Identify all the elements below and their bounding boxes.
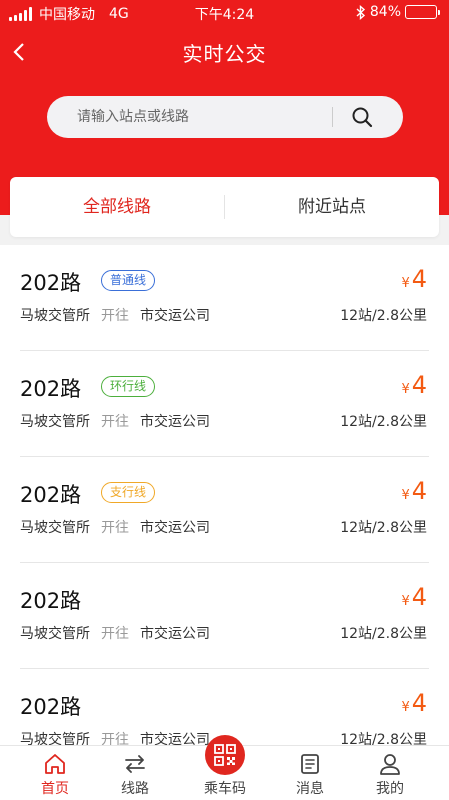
route-type-badge: 普通线 [101, 270, 156, 291]
route-destination: 市交运公司 [140, 732, 210, 745]
route-type-badge: 支行线 [101, 482, 156, 503]
route-switch-icon [125, 755, 145, 773]
tabbar-label: 首页 [41, 781, 69, 797]
route-direction-label: 开往 [101, 626, 129, 642]
route-origin: 马坡交管所 [20, 626, 90, 642]
route-name: 202路 [20, 377, 82, 401]
route-stops-distance: 12站/2.8公里 [340, 308, 427, 324]
route-price: ¥4 [401, 371, 427, 399]
search-input[interactable] [77, 96, 347, 138]
route-stops-distance: 12站/2.8公里 [340, 414, 427, 430]
tabbar-label: 我的 [376, 781, 404, 797]
tabbar-profile[interactable]: 我的 [350, 746, 430, 800]
price-value: 4 [411, 689, 427, 717]
route-name: 202路 [20, 589, 82, 613]
ride-code-button[interactable] [205, 735, 245, 775]
route-name: 202路 [20, 271, 82, 295]
route-destination: 市交运公司 [140, 414, 210, 430]
route-stops-distance: 12站/2.8公里 [340, 520, 427, 536]
qr-code-icon [214, 744, 236, 766]
profile-icon [380, 754, 400, 775]
route-direction-label: 开往 [101, 732, 129, 745]
page-title: 实时公交 [182, 42, 267, 66]
status-bar: 中国移动 4G 下午4:24 84% [0, 0, 449, 26]
price-value: 4 [411, 583, 427, 611]
currency-symbol: ¥ [401, 276, 410, 291]
route-destination: 市交运公司 [140, 520, 210, 536]
route-price: ¥4 [401, 689, 427, 717]
route-row[interactable]: 202路 ¥4 马坡交管所 开往 市交运公司 12站/2.8公里 [20, 563, 429, 669]
currency-symbol: ¥ [401, 382, 410, 397]
currency-symbol: ¥ [401, 488, 410, 503]
route-row[interactable]: 202路 普通线 ¥4 马坡交管所 开往 市交运公司 12站/2.8公里 [20, 245, 429, 351]
search-bar [47, 96, 403, 138]
price-value: 4 [411, 371, 427, 399]
route-destination: 市交运公司 [140, 626, 210, 642]
search-divider [332, 107, 333, 127]
route-direction-label: 开往 [101, 308, 129, 324]
route-price: ¥4 [401, 265, 427, 293]
route-origin: 马坡交管所 [20, 732, 90, 745]
tabbar-routes[interactable]: 线路 [95, 746, 175, 800]
route-price: ¥4 [401, 583, 427, 611]
home-icon [45, 754, 65, 774]
route-origin: 马坡交管所 [20, 414, 90, 430]
route-row[interactable]: 202路 ¥4 马坡交管所 开往 市交运公司 12站/2.8公里 [20, 669, 429, 745]
search-button[interactable] [349, 104, 375, 130]
price-value: 4 [411, 477, 427, 505]
tab-all-routes[interactable]: 全部线路 [10, 177, 224, 237]
route-tabs: 全部线路 附近站点 [10, 177, 439, 237]
route-stops-distance: 12站/2.8公里 [340, 732, 427, 745]
route-direction-label: 开往 [101, 520, 129, 536]
route-row[interactable]: 202路 环行线 ¥4 马坡交管所 开往 市交运公司 12站/2.8公里 [20, 351, 429, 457]
search-icon [352, 107, 373, 128]
battery-icon [405, 5, 440, 19]
route-stops-distance: 12站/2.8公里 [340, 626, 427, 642]
route-row[interactable]: 202路 支行线 ¥4 马坡交管所 开往 市交运公司 12站/2.8公里 [20, 457, 429, 563]
price-value: 4 [411, 265, 427, 293]
route-direction-label: 开往 [101, 414, 129, 430]
route-origin: 马坡交管所 [20, 308, 90, 324]
currency-symbol: ¥ [401, 700, 410, 715]
tabbar-messages[interactable]: 消息 [270, 746, 350, 800]
route-list: 202路 普通线 ¥4 马坡交管所 开往 市交运公司 12站/2.8公里 202… [0, 245, 449, 745]
route-price: ¥4 [401, 477, 427, 505]
tabbar-label: 消息 [296, 781, 324, 797]
currency-symbol: ¥ [401, 594, 410, 609]
route-name: 202路 [20, 483, 82, 507]
route-destination: 市交运公司 [140, 308, 210, 324]
battery-percent: 84% [369, 4, 401, 20]
route-name: 202路 [20, 695, 82, 719]
tab-nearby-stops[interactable]: 附近站点 [225, 177, 439, 237]
route-origin: 马坡交管所 [20, 520, 90, 536]
tabbar-label: 乘车码 [204, 781, 246, 797]
tabbar-label: 线路 [121, 781, 149, 797]
bluetooth-icon [356, 4, 365, 20]
tabbar-home[interactable]: 首页 [15, 746, 95, 800]
message-icon [301, 754, 319, 774]
route-type-badge: 环行线 [101, 376, 156, 397]
